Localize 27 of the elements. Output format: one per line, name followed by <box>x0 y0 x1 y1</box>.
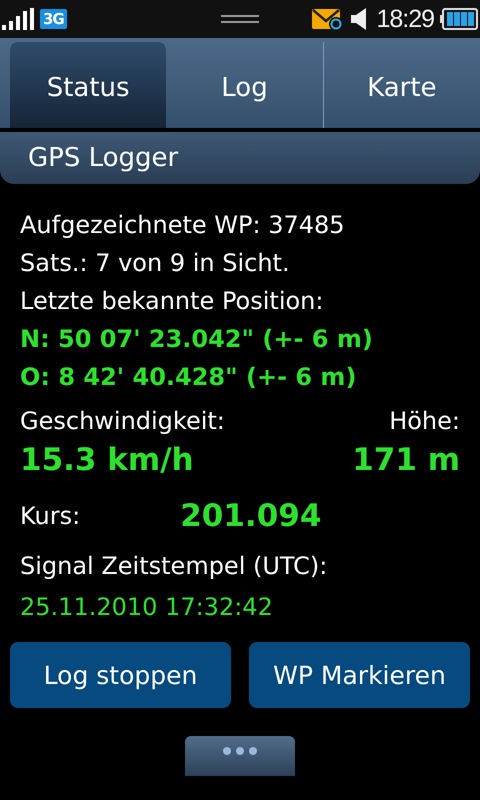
tab[interactable]: Karte <box>322 42 480 128</box>
info-text: Letzte bekannte Position: <box>20 286 324 317</box>
timestamp-value: 25.11.2010 17:32:42 <box>20 592 274 623</box>
mail-icon <box>312 7 344 31</box>
more-button[interactable] <box>185 736 295 776</box>
more-icon <box>221 746 259 756</box>
clock-time: 18:29 <box>376 4 434 34</box>
course-label: Kurs: <box>20 502 80 530</box>
network-badge: 3G <box>40 9 67 29</box>
tab[interactable]: Log <box>166 42 323 128</box>
coordinate-value: O: 8 42' 40.428" (+- 6 m) <box>20 362 358 393</box>
action-button[interactable]: Log stoppen <box>10 642 231 708</box>
handle-icon <box>221 14 259 24</box>
course-value: 201.094 <box>180 498 322 534</box>
speed-label: Geschwindigkeit: <box>20 406 225 437</box>
altitude-label: Höhe: <box>389 406 460 437</box>
altitude-value: 171 m <box>352 441 460 480</box>
app-title: GPS Logger <box>28 143 178 173</box>
tab[interactable]: Status <box>10 42 166 128</box>
timestamp-label: Signal Zeitstempel (UTC): <box>20 551 328 582</box>
signal-icon <box>2 8 34 30</box>
speed-value: 15.3 km/h <box>20 441 194 480</box>
info-text: Sats.: 7 von 9 in Sicht. <box>20 248 291 279</box>
battery-icon <box>440 8 478 30</box>
info-text: Aufgezeichnete WP: 37485 <box>20 210 346 241</box>
action-button[interactable]: WP Markieren <box>249 642 470 708</box>
coordinate-value: N: 50 07' 23.042" (+- 6 m) <box>20 324 374 355</box>
